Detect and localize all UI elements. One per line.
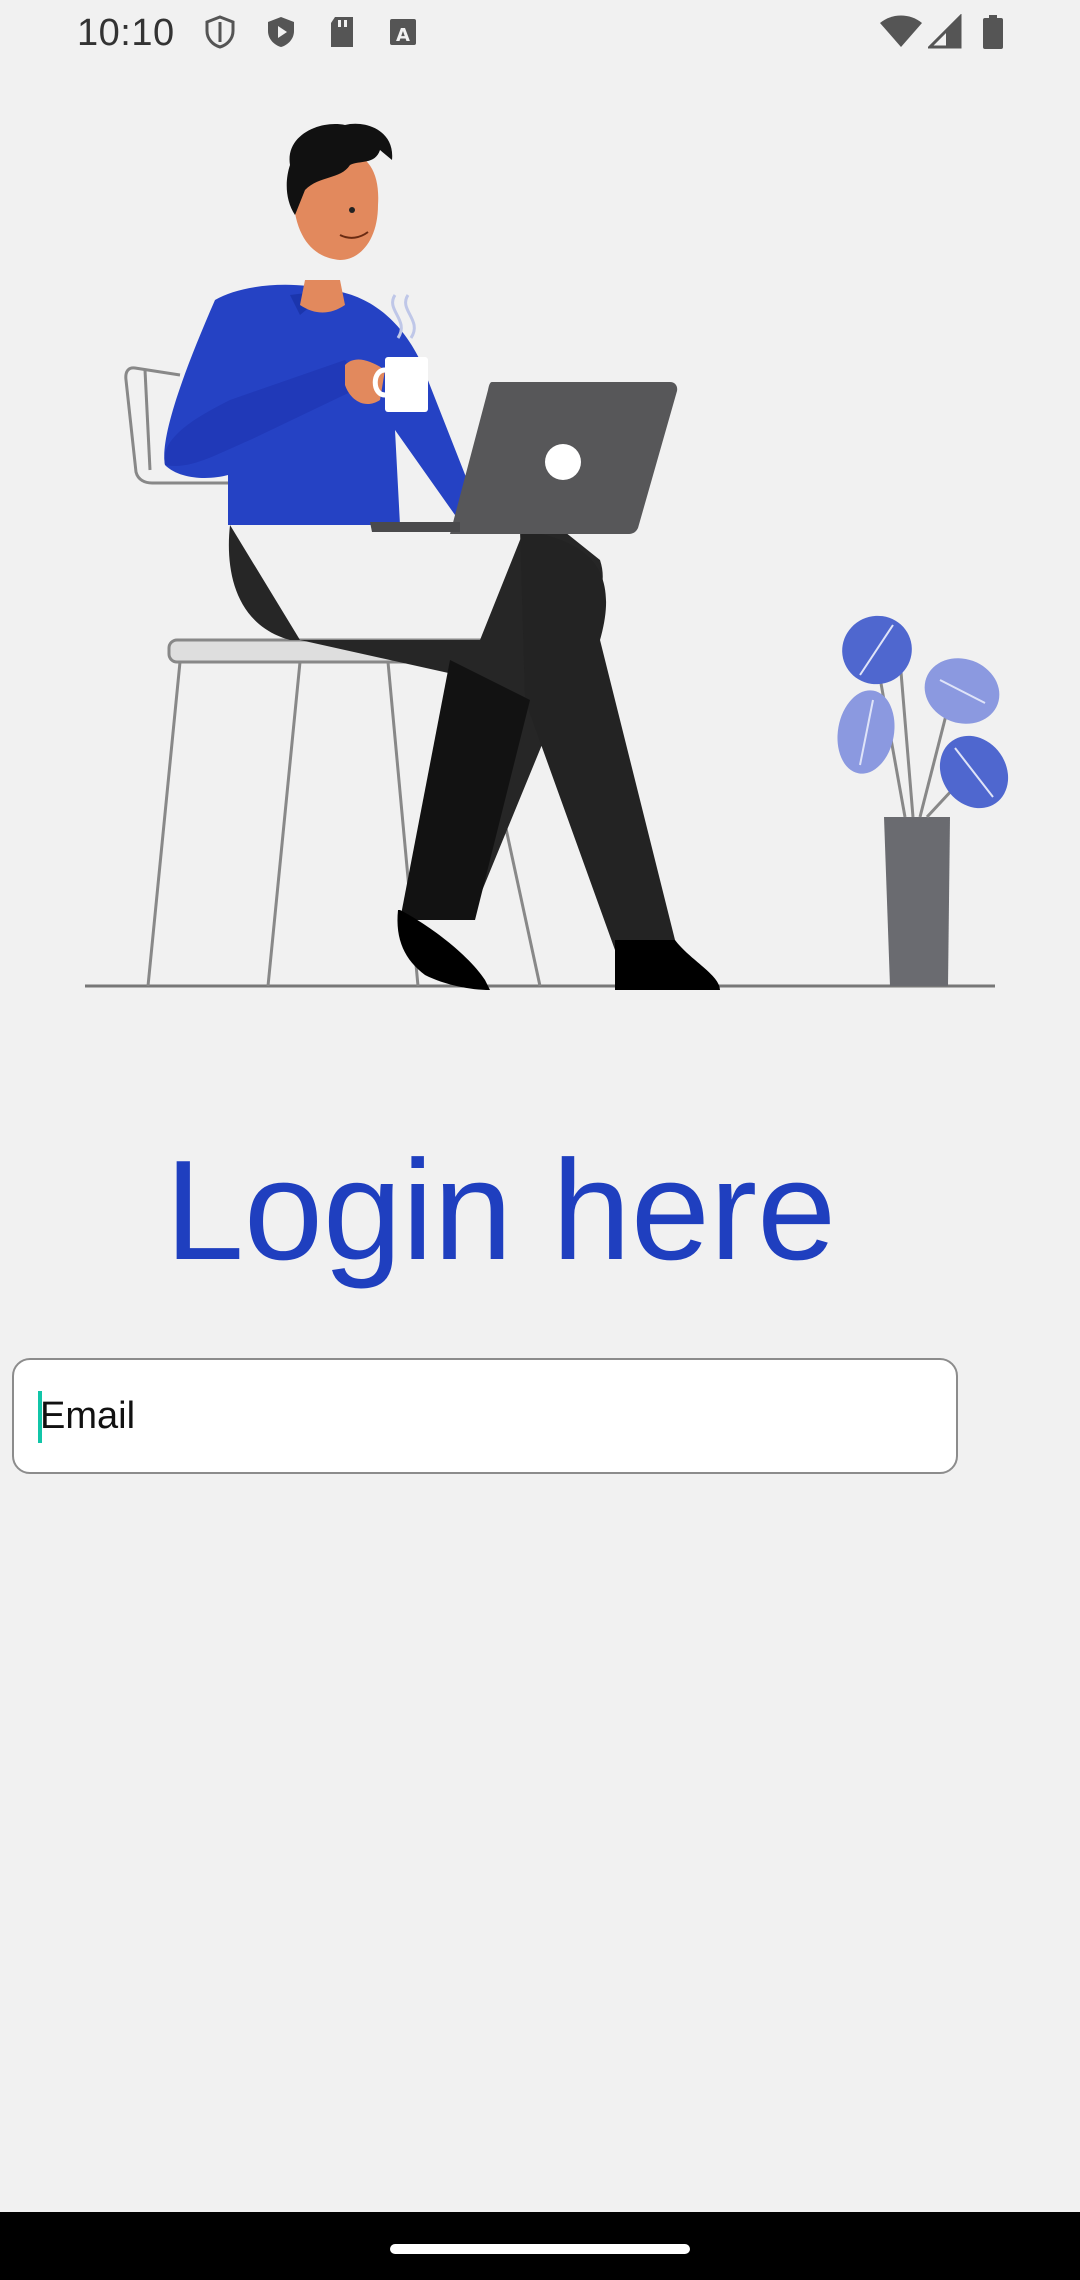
- status-time: 10:10: [77, 12, 175, 54]
- shield-outline-icon: [205, 15, 235, 49]
- navigation-bar: [0, 2212, 1080, 2280]
- email-field[interactable]: Email: [12, 1358, 958, 1474]
- email-placeholder: Email: [40, 1395, 136, 1437]
- svg-text:A: A: [396, 25, 410, 46]
- person-legs: [228, 518, 720, 990]
- battery-icon: [983, 15, 1003, 49]
- person-head: [286, 123, 393, 260]
- person-torso: [164, 280, 475, 525]
- status-bar: 10:10 A: [0, 0, 1080, 66]
- plant-pot: [837, 615, 1009, 986]
- home-gesture-handle[interactable]: [390, 2244, 690, 2254]
- cellular-signal-icon: [928, 14, 962, 49]
- sd-card-icon: [331, 17, 353, 47]
- shield-play-icon: [268, 17, 294, 47]
- wifi-icon: [880, 15, 922, 47]
- person-with-laptop-illustration: [85, 123, 1009, 990]
- font-a-icon: A: [390, 19, 416, 46]
- page-title: Login here: [165, 1131, 837, 1290]
